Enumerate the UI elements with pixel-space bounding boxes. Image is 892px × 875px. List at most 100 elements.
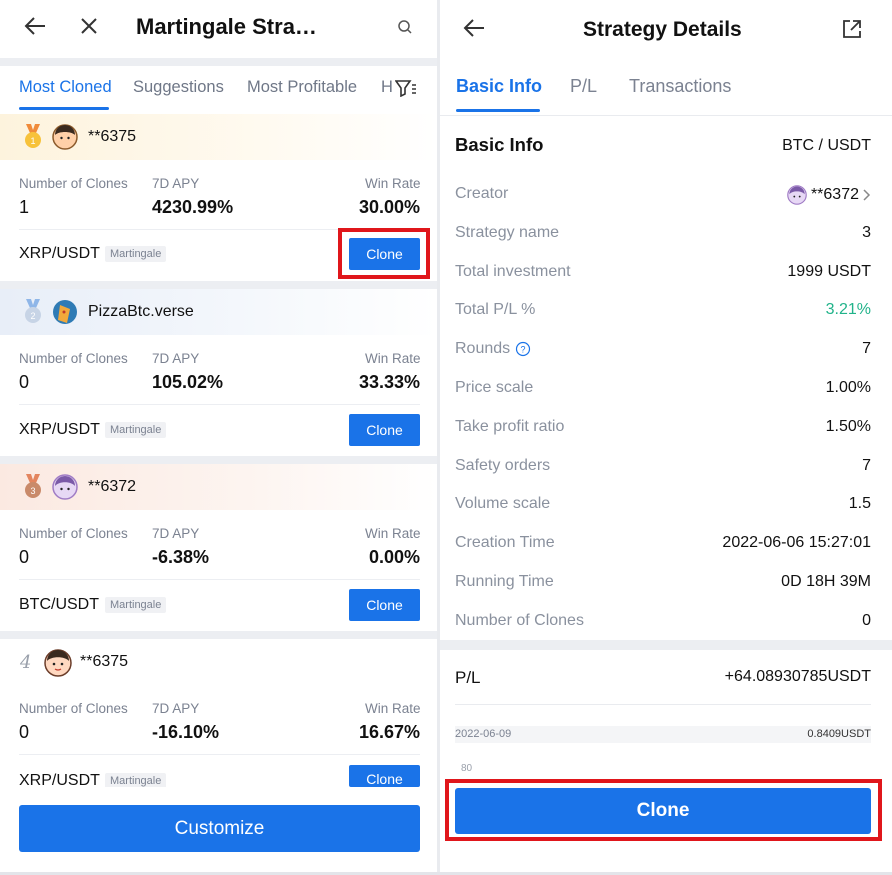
trading-pair: XRP/USDT (19, 421, 100, 438)
back-arrow-icon[interactable] (24, 16, 46, 36)
section-pair: BTC / USDT (782, 137, 871, 154)
tab-basic-info[interactable]: Basic Info (456, 76, 542, 97)
search-icon[interactable] (397, 19, 413, 35)
tab-suggestions[interactable]: Suggestions (133, 78, 224, 97)
trading-pair: XRP/USDT (19, 245, 100, 262)
clones-label: Number of Clones (19, 701, 128, 716)
clones-label: Number of Clones (19, 526, 128, 541)
winrate-value: 30.00% (358, 197, 420, 217)
row-value: 1.5 (848, 495, 871, 512)
row-creation-time: Creation Time 2022-06-06 15:27:01 (455, 534, 871, 556)
card-separator (19, 754, 420, 755)
row-label: Total P/L % (455, 301, 536, 318)
row-label: Rounds (455, 340, 511, 357)
row-value: 7 (862, 340, 871, 357)
card-2-header[interactable]: 2 PizzaBtc.verse (0, 289, 437, 335)
chart-date: 2022-06-09 (455, 728, 512, 740)
svg-text:?: ? (520, 345, 525, 355)
close-icon[interactable] (80, 17, 98, 35)
apy-label: 7D APY (152, 701, 200, 716)
card-gap (0, 631, 437, 639)
card-1-header[interactable]: 1 **6375 (0, 114, 437, 160)
row-total-pl: Total P/L % 3.21% (455, 301, 871, 323)
svg-text:3: 3 (30, 486, 35, 496)
row-value: 0D 18H 39M (781, 573, 871, 590)
row-label: Creation Time (455, 534, 555, 551)
pl-label: P/L (455, 668, 481, 687)
row-running-time: Running Time 0D 18H 39M (455, 573, 871, 595)
row-label: Running Time (455, 573, 554, 590)
row-label: Creator (455, 185, 509, 202)
clone-button[interactable]: Clone (349, 589, 420, 621)
clone-button[interactable]: Clone (349, 238, 420, 270)
customize-button[interactable]: Customize (19, 805, 420, 852)
clones-value: 0 (19, 547, 30, 567)
row-value: 3.21% (825, 301, 871, 318)
active-tab-indicator (19, 107, 109, 110)
row-label: Take profit ratio (455, 418, 565, 435)
clone-button[interactable]: Clone (349, 765, 420, 787)
clones-label: Number of Clones (19, 176, 128, 191)
strategy-tag: Martingale (105, 422, 167, 438)
clones-value: 0 (19, 372, 30, 392)
clones-value: 0 (19, 722, 30, 742)
strategy-tag: Martingale (105, 597, 167, 613)
gold-medal-icon: 1 (22, 124, 44, 150)
clones-label: Number of Clones (19, 351, 128, 366)
row-strategy-name: Strategy name 3 (455, 224, 871, 246)
row-label: Total investment (455, 263, 571, 280)
bronze-medal-icon: 3 (22, 474, 44, 500)
trading-pair: BTC/USDT (19, 596, 99, 613)
pl-value: +64.08930785USDT (724, 668, 871, 685)
strategy-details-panel: Strategy Details Basic Info P/L Transact… (440, 0, 892, 875)
screen: Martingale Stra… Most Cloned Suggestions… (0, 0, 892, 875)
clone-button[interactable]: Clone (349, 414, 420, 446)
pl-divider (455, 704, 871, 705)
row-value: 0 (862, 612, 871, 629)
creator-name: PizzaBtc.verse (88, 303, 194, 320)
filter-icon[interactable] (395, 79, 417, 97)
tab-more[interactable]: H (381, 78, 393, 97)
avatar (52, 124, 78, 150)
left-header: Martingale Stra… (0, 0, 437, 58)
avatar (52, 299, 78, 325)
tab-transactions[interactable]: Transactions (629, 76, 731, 97)
row-label: Number of Clones (455, 612, 584, 629)
help-icon[interactable]: ? (515, 341, 531, 357)
page-title: Martingale Stra… (136, 14, 317, 39)
chart-value: 0.8409USDT (807, 728, 871, 740)
tab-most-profitable[interactable]: Most Profitable (247, 78, 357, 97)
row-price-scale: Price scale 1.00% (455, 379, 871, 401)
row-value: 3 (862, 224, 871, 241)
strategy-tag: Martingale (105, 246, 167, 262)
card-3-header[interactable]: 3 **6372 (0, 464, 437, 510)
row-value-wrap: **6372 (787, 185, 871, 205)
row-creator[interactable]: Creator **6372 (455, 185, 871, 207)
row-value: 1999 USDT (787, 263, 871, 280)
strategy-list-panel: Martingale Stra… Most Cloned Suggestions… (0, 0, 437, 875)
row-total-investment: Total investment 1999 USDT (455, 263, 871, 285)
card-gap (0, 456, 437, 464)
apy-value: 4230.99% (152, 197, 234, 217)
silver-medal-icon: 2 (22, 299, 44, 325)
avatar (787, 185, 807, 205)
card-separator (19, 579, 420, 580)
category-tabs: Most Cloned Suggestions Most Profitable … (0, 66, 437, 112)
card-4-header[interactable]: 4 **6375 (0, 639, 437, 685)
winrate-label: Win Rate (365, 176, 421, 191)
tab-most-cloned[interactable]: Most Cloned (19, 78, 112, 97)
winrate-label: Win Rate (365, 526, 421, 541)
creator-name: **6375 (80, 653, 129, 670)
back-arrow-icon[interactable] (463, 18, 485, 38)
winrate-value: 33.33% (358, 372, 420, 392)
clone-button[interactable]: Clone (455, 788, 871, 834)
row-label: Price scale (455, 379, 534, 396)
page-title: Strategy Details (583, 18, 742, 41)
apy-label: 7D APY (152, 526, 200, 541)
tab-pl[interactable]: P/L (570, 76, 597, 97)
share-icon[interactable] (842, 19, 862, 39)
svg-text:1: 1 (30, 136, 35, 146)
tabs-divider (440, 115, 892, 116)
row-number-of-clones: Number of Clones 0 (455, 612, 871, 634)
row-rounds: Rounds ? 7 (455, 340, 871, 362)
